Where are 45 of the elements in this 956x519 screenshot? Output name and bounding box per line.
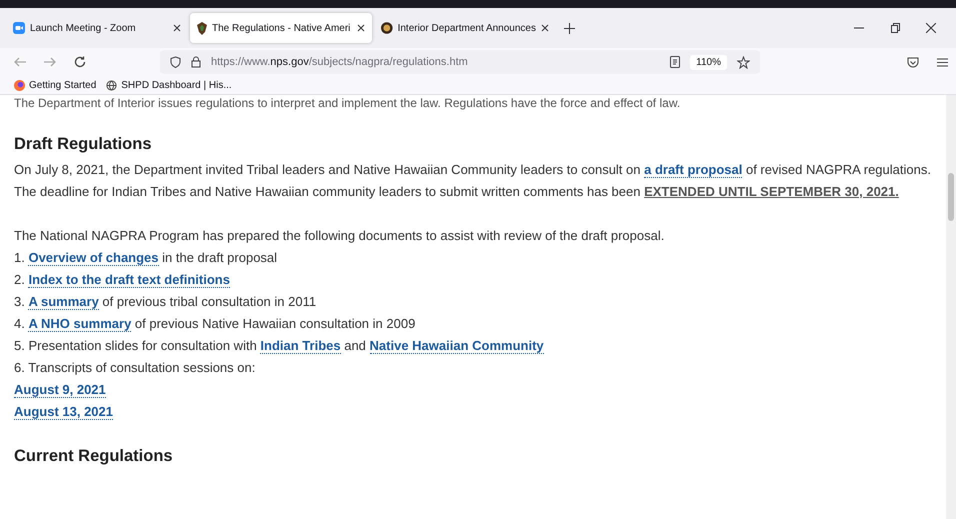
text-line: 4. A NHO summary of previous Native Hawaiian consultation in 2009: [14, 315, 416, 334]
bookmark[interactable]: SHPD Dashboard | His...: [106, 80, 232, 90]
video-camera-icon: [13, 22, 25, 34]
reload-icon[interactable]: [74, 56, 86, 68]
menu-icon[interactable]: [937, 58, 948, 66]
link[interactable]: August 9, 2021: [14, 382, 106, 398]
link[interactable]: August 13, 2021: [14, 404, 113, 420]
zoom-level[interactable]: 110%: [690, 54, 727, 70]
link[interactable]: a draft proposal: [644, 162, 742, 178]
text-line: The National NAGPRA Program has prepared the following documents to assist with review of the draft proposal.: [14, 227, 666, 245]
link[interactable]: A summary: [28, 294, 99, 310]
text-line: 1. Overview of changes in the draft proposal: [14, 249, 278, 268]
plus-icon[interactable]: [564, 22, 575, 34]
reader-view-icon[interactable]: [670, 56, 680, 68]
browser-tab[interactable]: Interior Department Announces: [374, 13, 556, 43]
link[interactable]: A NHO summary: [28, 316, 132, 332]
browser-tab[interactable]: Launch Meeting - Zoom: [6, 13, 188, 43]
browser-tab[interactable]: The Regulations - Native Ameri: [190, 13, 372, 43]
link[interactable]: Overview of changes: [28, 250, 159, 266]
arrowhead-icon: [197, 22, 207, 34]
link[interactable]: Index to the draft text definitions: [28, 272, 230, 288]
link[interactable]: Native Hawaiian Community: [370, 338, 544, 354]
text-line: 6. Transcripts of consultation sessions on:: [14, 359, 256, 377]
text-line: 2. Index to the draft text definitions: [14, 271, 231, 290]
bookmark[interactable]: Getting Started: [14, 80, 96, 90]
scrollbar[interactable]: [946, 95, 956, 519]
shield-icon: [170, 56, 181, 68]
text-line: 3. A summary of previous tribal consultation in 2011: [14, 293, 318, 312]
address-bar[interactable]: https://www.nps.gov/subjects/nagpra/regulations.htm 110%: [160, 50, 760, 74]
globe-icon: [106, 80, 118, 90]
star-icon[interactable]: [737, 56, 750, 68]
close-icon[interactable]: [357, 24, 365, 32]
paragraph: On July 8, 2021, the Department invited Tribal leaders and Native Hawaiian Community leaders to consult on a draft proposal of revised NAGPRA regulations. The deadline for Indian Tribes and Native Hawaiian community leaders to submit written comments has been EXTENDED UNTIL SEPTEMBER 30, 2021.: [14, 161, 932, 201]
lock-icon: [191, 56, 201, 68]
close-icon[interactable]: [173, 24, 181, 32]
close-icon[interactable]: [541, 24, 549, 32]
fox-globe-icon: [14, 80, 25, 90]
text-line: 5. Presentation slides for consultation with Indian Tribes and Native Hawaiian Community: [14, 337, 545, 356]
link[interactable]: Indian Tribes: [260, 338, 341, 354]
seal-icon: [381, 22, 393, 34]
pocket-icon[interactable]: [907, 56, 919, 68]
url-text: https://www.nps.gov/subjects/nagpra/regulations.htm: [211, 56, 469, 68]
section-heading: Current Regulations: [14, 446, 174, 467]
section-heading: Draft Regulations: [14, 134, 153, 155]
intro-text: The Department of Interior issues regulations to interpret and implement the law. Regulations have the force and effect of law.: [14, 95, 682, 111]
